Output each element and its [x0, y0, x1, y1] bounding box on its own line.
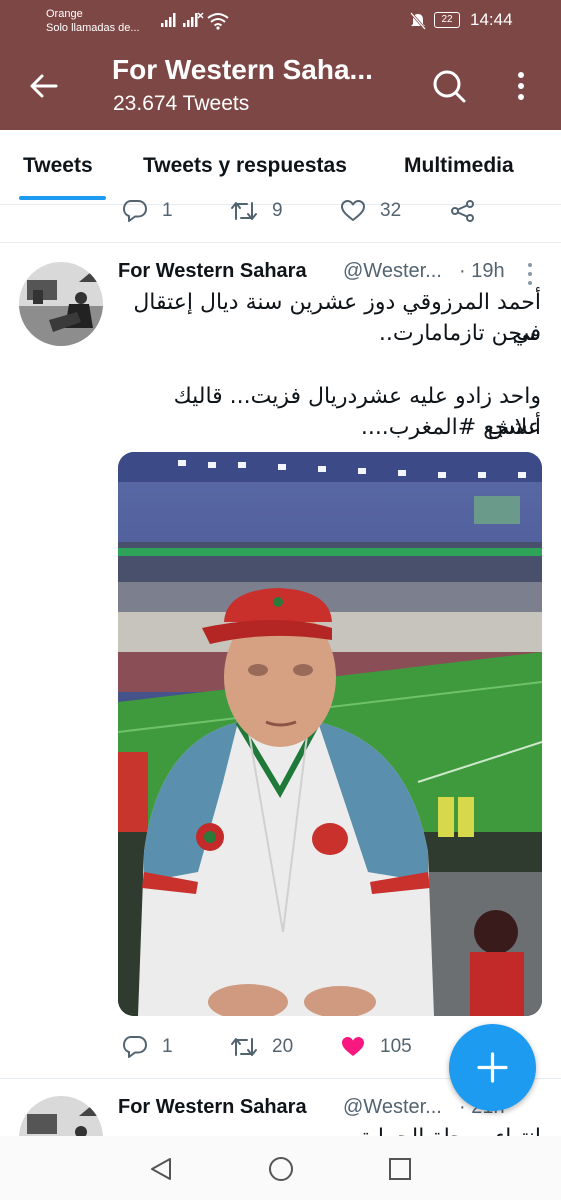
tab-tweets[interactable]: Tweets — [23, 154, 93, 178]
avatar-image — [19, 262, 103, 346]
compose-tweet-button[interactable] — [449, 1024, 536, 1111]
carrier-note: Solo llamadas de... — [46, 22, 140, 34]
signal-icon — [161, 13, 176, 27]
prev-like-button[interactable]: 32 — [340, 199, 401, 223]
active-tab-indicator — [19, 196, 106, 200]
carrier-info: Orange Solo llamadas de... — [46, 7, 140, 35]
search-icon[interactable] — [430, 67, 468, 105]
retweet-count: 20 — [272, 1036, 294, 1057]
like-count: 105 — [380, 1036, 412, 1057]
tweet-text-line-2: سجن تازمامارت.. — [378, 321, 541, 346]
retweet-count: 9 — [272, 200, 283, 221]
heart-icon — [341, 200, 365, 221]
mute-bell-icon — [410, 12, 426, 30]
reply-count: 1 — [162, 200, 173, 221]
tweet-author-handle[interactable]: @Wester... — [343, 1096, 442, 1119]
app-header: Orange Solo llamadas de... 22 14:44 For … — [0, 0, 561, 130]
profile-title: For Western Saha... — [112, 54, 373, 85]
system-nav-bar — [0, 1136, 561, 1200]
retweet-icon — [231, 202, 257, 220]
plus-icon — [477, 1052, 508, 1083]
tweet-text-line-4: أنشجع #المغرب.... — [360, 415, 541, 440]
prev-reply-button[interactable]: 1 — [122, 199, 173, 223]
reply-icon — [123, 1036, 147, 1058]
tweet-more-icon[interactable] — [527, 262, 533, 288]
signal-no-sim-icon — [183, 12, 204, 27]
carrier-name: Orange — [46, 8, 83, 20]
battery-indicator: 22 — [434, 12, 460, 28]
like-button[interactable]: 105 — [340, 1035, 412, 1059]
avatar[interactable] — [19, 262, 103, 346]
reply-count: 1 — [162, 1036, 173, 1057]
share-icon[interactable] — [450, 199, 476, 223]
profile-tabs: Tweets Tweets y respuestas Multimedia — [0, 130, 561, 205]
tweet-divider — [0, 242, 561, 243]
tweet-author-handle[interactable]: @Wester... — [343, 260, 442, 283]
tweet-author-name[interactable]: For Western Sahara — [118, 1096, 307, 1119]
reply-icon — [123, 200, 147, 222]
nav-home-icon[interactable] — [267, 1155, 295, 1183]
tweet-count: 23.674 Tweets — [113, 92, 250, 115]
nav-recents-icon[interactable] — [387, 1156, 413, 1182]
nav-back-icon[interactable] — [148, 1156, 174, 1182]
tweet-author-name[interactable]: For Western Sahara — [118, 260, 307, 283]
retweet-icon — [231, 1038, 257, 1056]
retweet-button[interactable]: 20 — [230, 1035, 293, 1059]
tab-tweets-replies[interactable]: Tweets y respuestas — [143, 154, 347, 178]
more-vert-icon[interactable] — [511, 70, 531, 102]
tab-media[interactable]: Multimedia — [404, 154, 514, 178]
prev-retweet-button[interactable]: 9 — [230, 199, 283, 223]
stadium-photo — [118, 452, 542, 1016]
like-count: 32 — [380, 200, 402, 221]
wifi-icon — [207, 13, 229, 30]
heart-filled-icon — [342, 1037, 364, 1056]
tweet-time: · 19h — [459, 260, 505, 282]
back-arrow-icon[interactable] — [26, 68, 62, 104]
reply-button[interactable]: 1 — [122, 1035, 173, 1059]
clock: 14:44 — [470, 10, 513, 29]
status-bar: Orange Solo llamadas de... 22 14:44 — [0, 0, 561, 44]
tweet-media-image[interactable] — [118, 452, 542, 1016]
